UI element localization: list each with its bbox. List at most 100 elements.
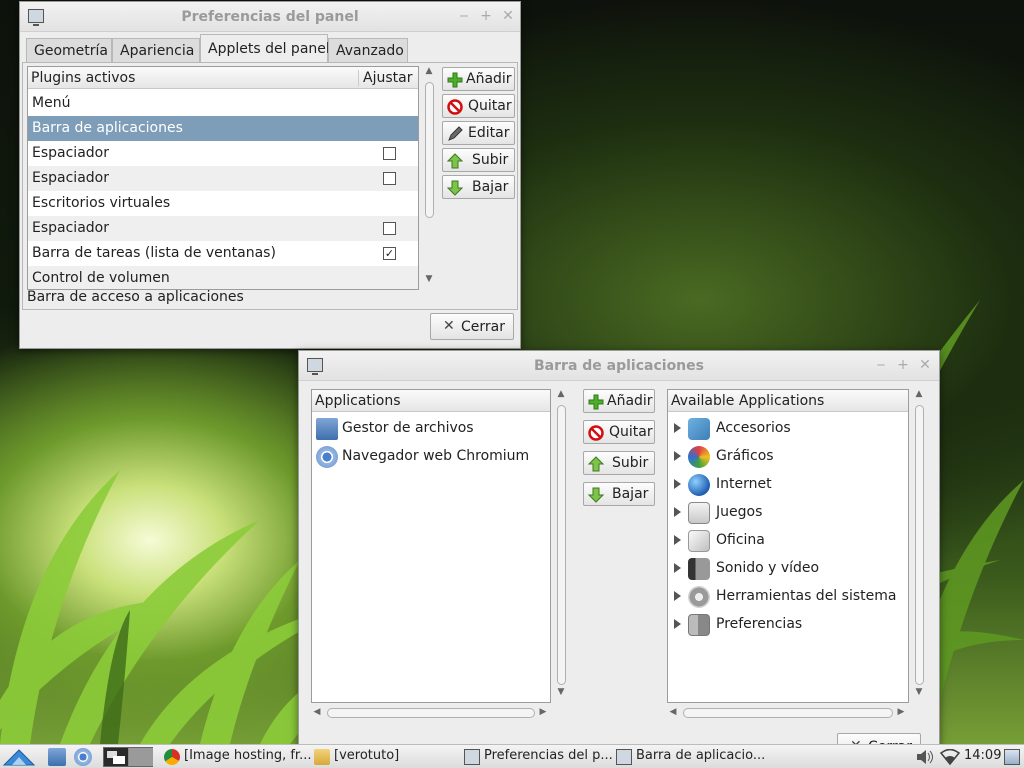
plugin-row-selected[interactable]: Barra de aplicaciones <box>28 116 418 141</box>
applications-list[interactable]: Applications Gestor de archivos Navegado… <box>311 389 551 703</box>
maximize-icon[interactable]: + <box>478 8 494 24</box>
task-button-launch-bar[interactable]: Barra de aplicacio... <box>616 747 766 767</box>
category-oficina[interactable]: Oficina <box>668 527 906 555</box>
scroll-up-icon[interactable]: ▲ <box>423 66 435 76</box>
scrollbar-thumb[interactable] <box>425 82 434 218</box>
expander-icon[interactable] <box>674 619 681 629</box>
hscrollbar-thumb[interactable] <box>683 708 893 718</box>
expander-icon[interactable] <box>674 507 681 517</box>
plugin-row[interactable]: Escritorios virtuales <box>28 191 418 216</box>
scroll-down-icon[interactable]: ▼ <box>555 687 567 697</box>
network-wifi-icon[interactable] <box>939 748 961 766</box>
add-icon <box>588 394 604 410</box>
desktop-pager[interactable] <box>103 747 153 767</box>
scroll-right-icon[interactable]: ▶ <box>895 707 907 717</box>
expander-icon[interactable] <box>674 535 681 545</box>
adjust-checkbox[interactable] <box>383 172 396 185</box>
tab-geometria[interactable]: Geometría <box>26 38 112 62</box>
scroll-down-icon[interactable]: ▼ <box>913 687 925 697</box>
app-name: Navegador web Chromium <box>342 448 530 464</box>
expander-icon[interactable] <box>674 451 681 461</box>
window-titlebar[interactable]: Barra de aplicaciones ‒ + ✕ <box>299 351 939 381</box>
scroll-left-icon[interactable]: ◀ <box>667 707 679 717</box>
plugin-row[interactable]: Espaciador <box>28 216 418 241</box>
close-icon[interactable]: ✕ <box>500 8 516 24</box>
remove-plugin-button[interactable]: Quitar <box>442 94 515 118</box>
expander-icon[interactable] <box>674 423 681 433</box>
expander-icon[interactable] <box>674 479 681 489</box>
available-hscrollbar[interactable]: ◀ ▶ <box>667 707 909 719</box>
scroll-down-icon[interactable]: ▼ <box>423 274 435 284</box>
task-button-panel-preferences[interactable]: Preferencias del p... <box>464 747 613 767</box>
tab-apariencia[interactable]: Apariencia <box>112 38 200 62</box>
available-applications-tree[interactable]: Available Applications Accesorios Gráfic… <box>667 389 909 703</box>
move-up-button[interactable]: Subir <box>442 148 515 172</box>
move-down-app-button[interactable]: Bajar <box>583 482 655 506</box>
clock[interactable]: 14:09 <box>964 748 1001 763</box>
scrollbar-thumb[interactable] <box>915 405 924 685</box>
plugin-name: Espaciador <box>32 220 109 236</box>
pager-desktop-1[interactable] <box>104 748 128 766</box>
applications-hscrollbar[interactable]: ◀ ▶ <box>311 707 551 719</box>
category-juegos[interactable]: Juegos <box>668 499 906 527</box>
move-down-button[interactable]: Bajar <box>442 175 515 199</box>
category-accesorios[interactable]: Accesorios <box>668 415 906 443</box>
expander-icon[interactable] <box>674 563 681 573</box>
window-titlebar[interactable]: Preferencias del panel ‒ + ✕ <box>20 2 520 32</box>
tab-avanzado[interactable]: Avanzado <box>328 38 408 62</box>
move-up-app-button[interactable]: Subir <box>583 451 655 475</box>
add-app-button[interactable]: Añadir <box>583 389 655 413</box>
remove-app-button[interactable]: Quitar <box>583 420 655 444</box>
column-header-adjust[interactable]: Ajustar <box>358 70 412 86</box>
close-icon[interactable]: ✕ <box>917 357 933 373</box>
maximize-icon[interactable]: + <box>895 357 911 373</box>
expander-icon[interactable] <box>674 591 681 601</box>
add-plugin-button[interactable]: Añadir <box>442 67 515 91</box>
start-menu-icon[interactable] <box>2 747 36 767</box>
chromium-launcher-icon[interactable] <box>74 748 92 766</box>
category-internet[interactable]: Internet <box>668 471 906 499</box>
scroll-up-icon[interactable]: ▲ <box>555 389 567 399</box>
plugin-row[interactable]: Espaciador <box>28 141 418 166</box>
category-sonido-y-video[interactable]: Sonido y vídeo <box>668 555 906 583</box>
available-header-label[interactable]: Available Applications <box>671 393 824 409</box>
plugin-row[interactable]: Control de volumen <box>28 266 418 289</box>
tab-applets-del-panel[interactable]: Applets del panel <box>200 34 330 63</box>
category-herramientas-del-sistema[interactable]: Herramientas del sistema <box>668 583 906 611</box>
plugins-scrollbar[interactable]: ▲ ▼ <box>423 66 435 290</box>
show-desktop-icon[interactable] <box>1004 749 1020 765</box>
pager-desktop-2[interactable] <box>129 748 153 766</box>
scroll-left-icon[interactable]: ◀ <box>311 707 323 717</box>
scrollbar-thumb[interactable] <box>557 405 566 685</box>
scroll-right-icon[interactable]: ▶ <box>537 707 549 717</box>
category-preferencias[interactable]: Preferencias <box>668 611 906 639</box>
applications-vscrollbar[interactable]: ▲ ▼ <box>555 389 567 703</box>
category-graficos[interactable]: Gráficos <box>668 443 906 471</box>
plugin-name: Barra de tareas (lista de ventanas) <box>32 245 276 261</box>
edit-plugin-button[interactable]: Editar <box>442 121 515 145</box>
task-button-chromium[interactable]: [Image hosting, fr... <box>164 747 311 767</box>
plugins-list[interactable]: Plugins activos Ajustar Menú Barra de ap… <box>27 66 419 290</box>
task-button-folder[interactable]: [verotuto] <box>314 747 454 767</box>
applications-header-label[interactable]: Applications <box>315 393 401 409</box>
close-button[interactable]: ✕ Cerrar <box>430 313 514 340</box>
plugin-row[interactable]: Barra de tareas (lista de ventanas) ✓ <box>28 241 418 266</box>
plugin-name: Espaciador <box>32 170 109 186</box>
adjust-checkbox[interactable] <box>383 222 396 235</box>
volume-icon[interactable] <box>916 749 934 765</box>
category-name: Sonido y vídeo <box>716 560 820 576</box>
remove-icon <box>588 425 604 441</box>
minimize-icon[interactable]: ‒ <box>873 357 889 373</box>
hscrollbar-thumb[interactable] <box>327 708 535 718</box>
column-header-plugins[interactable]: Plugins activos <box>31 70 135 86</box>
file-manager-launcher-icon[interactable] <box>48 748 66 766</box>
plugin-row[interactable]: Menú <box>28 91 418 116</box>
adjust-checkbox[interactable] <box>383 147 396 160</box>
app-item-chromium[interactable]: Navegador web Chromium <box>312 443 548 471</box>
plugin-row[interactable]: Espaciador <box>28 166 418 191</box>
scroll-up-icon[interactable]: ▲ <box>913 389 925 399</box>
minimize-icon[interactable]: ‒ <box>456 8 472 24</box>
adjust-checkbox-checked[interactable]: ✓ <box>383 247 396 260</box>
app-item-file-manager[interactable]: Gestor de archivos <box>312 415 548 443</box>
available-vscrollbar[interactable]: ▲ ▼ <box>913 389 925 703</box>
